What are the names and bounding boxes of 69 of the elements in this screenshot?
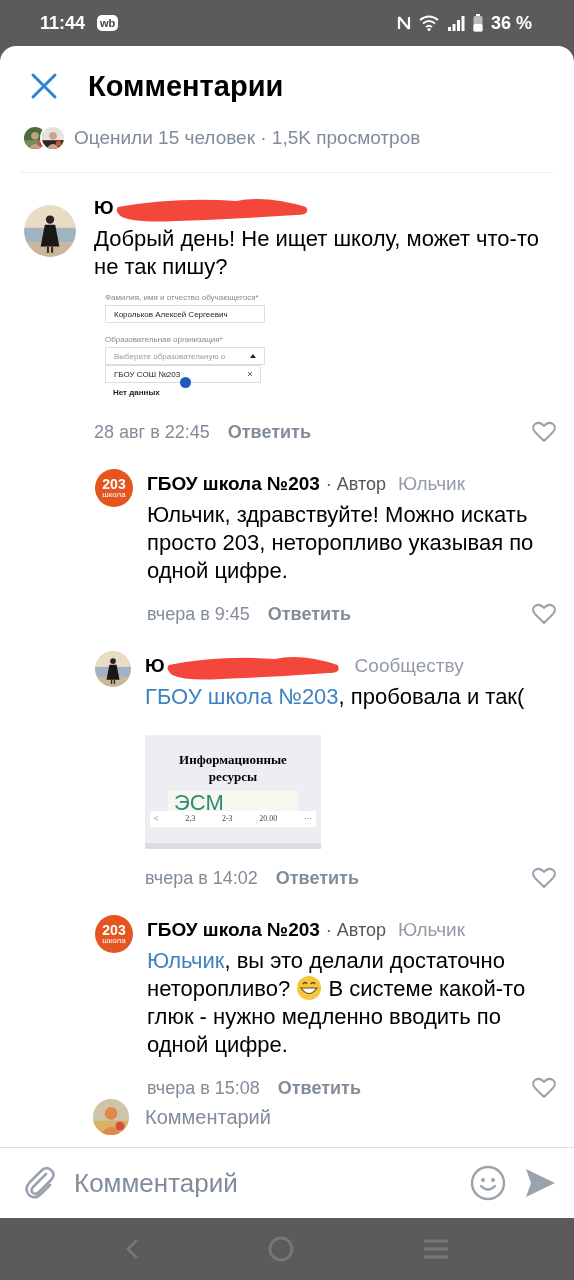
- paperclip-icon[interactable]: [24, 1166, 56, 1200]
- input-field[interactable]: Комментарий: [74, 1167, 452, 1199]
- toolbar-item: ···: [304, 814, 312, 824]
- close-icon: [248, 372, 252, 376]
- comment-time: 28 авг в 22:45: [94, 421, 210, 443]
- sheet-title: Комментарии: [88, 69, 284, 103]
- close-button[interactable]: [30, 72, 58, 100]
- close-icon: [30, 72, 58, 100]
- mention-link[interactable]: ГБОУ школа №203: [145, 684, 339, 709]
- comment-time: вчера в 14:02: [145, 867, 258, 889]
- no-results-item: Нет данных: [112, 386, 161, 399]
- home-icon[interactable]: [268, 1236, 294, 1262]
- name-field: Корольков Алексей Сергеевич: [105, 305, 265, 323]
- placeholder-text: Выберите образовательную о: [114, 351, 226, 361]
- smiley-icon[interactable]: [470, 1165, 506, 1201]
- comment-text: Юльчик, здравствуйте! Можно искать просто 203, неторопливо указывая по одной цифре.: [147, 501, 535, 585]
- comment-time: вчера в 15:08: [147, 1077, 260, 1099]
- search-field[interactable]: ГБОУ СОШ №203: [105, 365, 261, 383]
- caret-icon: [250, 354, 256, 358]
- reply-to-name[interactable]: Юльчик: [398, 473, 465, 495]
- comment-text: Юльчик, вы это делали достаточно неторопливо? В системе какой-то глюк - нужно медленно вводить по одной цифре.: [147, 947, 527, 1059]
- reply-button[interactable]: Ответить: [227, 421, 311, 443]
- logo-caption: школа: [102, 490, 126, 499]
- toolbar-item: 20.00: [259, 814, 278, 824]
- back-icon[interactable]: [124, 1238, 139, 1260]
- toolbar-item: 2-3: [221, 814, 233, 824]
- reply-button[interactable]: Ответить: [277, 1077, 361, 1099]
- page-heading: Информационные ресурсы: [178, 751, 288, 785]
- reply-to-name[interactable]: Юльчик: [398, 919, 465, 941]
- heart-icon[interactable]: [532, 1077, 556, 1099]
- grinning-emoji-icon: [296, 975, 323, 1001]
- comment-text: ГБОУ школа №203, пробовала и так(: [145, 683, 526, 711]
- resource-logo: ЭСМ: [174, 791, 224, 811]
- logo-number: 203: [102, 477, 126, 491]
- search-value: ГБОУ СОШ №203: [114, 369, 181, 379]
- logo-caption: школа: [102, 936, 126, 945]
- field-label: Образовательная организация*: [105, 335, 224, 344]
- signal-icon: [446, 15, 465, 31]
- heart-icon[interactable]: [532, 603, 556, 625]
- app-notification-badge: wb: [97, 15, 119, 31]
- author-role-label: · Автор: [325, 473, 387, 495]
- author-name[interactable]: Ю: [94, 197, 114, 219]
- mention-link[interactable]: Юльчик: [147, 948, 225, 973]
- select-field[interactable]: Выберите образовательную о: [105, 347, 265, 365]
- comment-time: вчера в 9:45: [147, 603, 250, 625]
- author-role-label: · Автор: [325, 919, 387, 941]
- send-icon[interactable]: [524, 1167, 556, 1199]
- menu-icon[interactable]: [423, 1238, 450, 1260]
- heart-icon[interactable]: [532, 867, 556, 889]
- heart-icon[interactable]: [532, 421, 556, 443]
- reply-to-name[interactable]: Сообществу: [354, 655, 464, 677]
- nfc-icon: [396, 15, 411, 31]
- toolbar-item: <: [154, 814, 159, 824]
- logo-number: 203: [102, 923, 126, 937]
- battery-percentage: 36 %: [490, 12, 532, 34]
- author-name[interactable]: Ю: [145, 655, 165, 677]
- author-name[interactable]: ГБОУ школа №203: [147, 919, 320, 941]
- field-label: Фамилия, имя и отчество обучающегося*: [105, 293, 260, 302]
- battery-icon: [472, 14, 483, 32]
- reply-button[interactable]: Ответить: [275, 867, 359, 889]
- toolbar-item: 2,3: [185, 814, 196, 824]
- wifi-icon: [418, 15, 439, 31]
- comment-prompt[interactable]: Комментарий: [145, 1105, 271, 1129]
- comment-text: Добрый день! Не ищет школу, может что-то не так пишу?: [94, 225, 540, 281]
- reply-button[interactable]: Ответить: [267, 603, 351, 625]
- author-name[interactable]: ГБОУ школа №203: [147, 473, 320, 495]
- likes-views-summary[interactable]: Оценили 15 человек · 1,5K просмотров: [74, 127, 421, 149]
- clock: 11:44: [40, 12, 86, 34]
- text-cursor-handle: [180, 377, 191, 388]
